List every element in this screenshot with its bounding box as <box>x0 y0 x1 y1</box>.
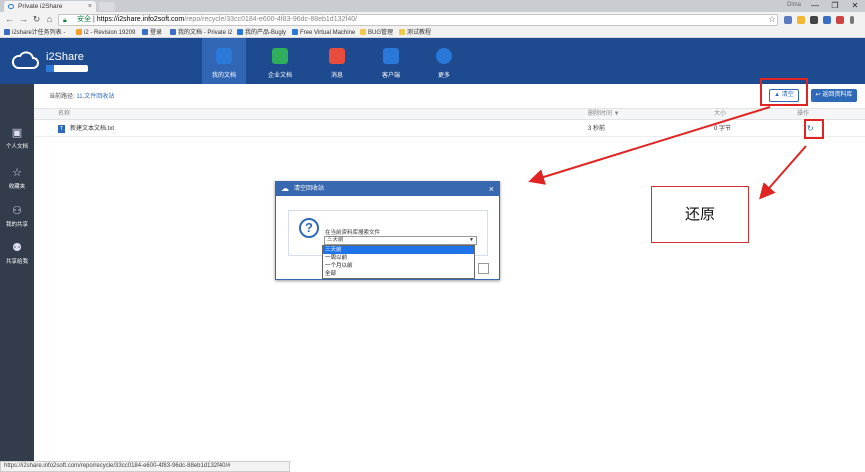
annotation-callout: 还原 <box>651 186 749 243</box>
url-host: https://i2share.info2soft.com <box>96 16 185 23</box>
nav-enterprise-documents[interactable]: 企业文档 <box>258 38 302 84</box>
col-size: 大小 <box>714 111 727 117</box>
bookmark-item[interactable]: i2 - Revision 19209 <box>76 28 135 38</box>
browser-toolbar: ← → ↻ ⌂ 🔒︎ 安全 | https://i2share.info2sof… <box>0 12 865 28</box>
tab-close-button[interactable]: × <box>88 1 92 12</box>
dialog-title: 清空回收站 <box>294 186 325 192</box>
extension-icon[interactable] <box>797 16 805 24</box>
time-range-select[interactable]: 三天前 ▼ <box>324 236 477 245</box>
new-tab-button[interactable] <box>99 2 115 11</box>
secure-label: 安全 <box>77 16 91 23</box>
highlight-restore-icon <box>804 119 824 139</box>
back-icon: ↩ <box>815 92 821 98</box>
sidebar-item-shared-with-me[interactable]: ⚉ 共享给我 <box>0 239 34 271</box>
dropdown-option[interactable]: 一个月以前 <box>323 262 474 270</box>
brand-name: i2Share <box>46 51 84 63</box>
forward-arrow-icon[interactable]: → <box>18 14 29 25</box>
col-name[interactable]: 名称 <box>58 109 70 120</box>
extension-icon[interactable] <box>823 16 831 24</box>
dialog-confirm-button[interactable] <box>478 263 489 274</box>
back-arrow-icon[interactable]: ← <box>4 14 15 25</box>
dropdown-option[interactable]: 一周以前 <box>323 254 474 262</box>
maximize-button[interactable]: ❐ <box>825 0 845 12</box>
chevron-down-icon: ▼ <box>469 237 474 243</box>
bookmark-item[interactable]: Free Virtual Machine <box>292 28 355 38</box>
time-range-dropdown: 三天前 一周以前 一个月以前 全部 <box>322 245 475 279</box>
nav-my-documents[interactable]: 我的文档 <box>202 38 246 84</box>
table-row[interactable]: T 新建文本文档.txt 3 秒前 0 字节 ↻ <box>34 121 865 137</box>
window-user-label: Dima <box>787 2 802 8</box>
shared-with-me-icon: ⚉ <box>12 242 22 254</box>
extension-icon[interactable] <box>784 16 792 24</box>
app-header: i2Share 20/100 我的文档 企业文档 消息 客户端 更多 <box>0 38 865 84</box>
menu-icon[interactable] <box>850 16 854 24</box>
reload-icon[interactable]: ↻ <box>31 14 42 25</box>
breadcrumb-link[interactable]: 11.文件回收站 <box>76 94 114 100</box>
cloud-favicon-icon <box>8 4 14 9</box>
cloud-icon: ☁ <box>281 184 289 193</box>
highlight-clear-button <box>760 78 808 106</box>
dialog-header: ☁ 清空回收站 × <box>276 182 499 196</box>
bookmarks-bar: i2share计任务列表 - i2 - Revision 19209 登录 我的… <box>0 28 865 38</box>
tab-title: Private i2Share <box>18 3 63 10</box>
quota-text: 20/100 <box>54 65 71 71</box>
dropdown-option[interactable]: 三天前 <box>323 246 474 254</box>
close-window-button[interactable]: ✕ <box>845 0 865 12</box>
extension-icon[interactable] <box>810 16 818 24</box>
sidebar-item-personal-docs[interactable]: ▣ 个人文档 <box>0 124 34 156</box>
share-user-icon: ⚇ <box>12 205 22 217</box>
breadcrumb-label: 当前路径: <box>49 94 75 100</box>
browser-tab-bar: Private i2Share × Dima — ❐ ✕ <box>0 0 865 12</box>
bookmark-item[interactable]: 登录 <box>142 28 162 38</box>
extension-icon[interactable] <box>836 16 844 24</box>
bookmark-item[interactable]: BUG管理 <box>360 28 393 38</box>
nav-client[interactable]: 客户端 <box>369 38 413 84</box>
user-doc-icon <box>216 48 232 64</box>
monitor-icon <box>383 48 399 64</box>
paper-plane-icon <box>329 48 345 64</box>
address-bar[interactable]: 🔒︎ 安全 | https://i2share.info2soft.com/re… <box>58 14 778 26</box>
back-to-library-button[interactable]: ↩ 返回资料库 <box>811 89 857 102</box>
bookmark-item[interactable]: 我的文档 - Private i2 <box>170 28 232 38</box>
bookmark-item[interactable]: 我的产品-Bugly <box>237 28 286 38</box>
nav-messages[interactable]: 消息 <box>315 38 359 84</box>
table-header: 名称 删除时间 ▼ 大小 操作 <box>34 108 865 120</box>
dropdown-option[interactable]: 全部 <box>323 270 474 278</box>
sidebar-item-my-shares[interactable]: ⚇ 我的共享 <box>0 202 34 234</box>
dialog-prompt: 在当前资料库搜索文件 <box>325 230 381 236</box>
lock-icon: 🔒︎ <box>63 17 67 24</box>
browser-tab[interactable]: Private i2Share × <box>4 1 96 12</box>
star-icon: ☆ <box>12 167 22 179</box>
status-bar: https://i2share.info2soft.com/repo/recyc… <box>0 461 290 472</box>
bookmark-item[interactable]: i2share计任务列表 - <box>4 28 65 38</box>
nav-more[interactable]: 更多 <box>422 38 466 84</box>
enterprise-icon <box>272 48 288 64</box>
breadcrumb: 当前路径: 11.文件回收站 <box>49 91 114 100</box>
url-path: /repo/recycle/33cc0184-e600-4f83-96dc-88… <box>184 16 358 23</box>
deleted-time: 3 秒前 <box>588 126 606 132</box>
file-size: 0 字节 <box>714 126 732 132</box>
more-icon <box>436 48 452 64</box>
file-name[interactable]: 新建文本文档.txt <box>70 121 114 137</box>
document-icon: ▣ <box>11 127 23 139</box>
dialog-close-button[interactable]: × <box>489 182 494 196</box>
bookmark-star-icon[interactable]: ☆ <box>768 14 776 25</box>
bookmark-item[interactable]: 测试教程 <box>399 28 431 38</box>
col-deleted-time[interactable]: 删除时间 ▼ <box>588 109 620 120</box>
question-icon: ? <box>299 218 319 238</box>
sidebar-item-favorites[interactable]: ☆ 收藏夹 <box>0 164 34 196</box>
sidebar: ▣ 个人文档 ☆ 收藏夹 ⚇ 我的共享 ⚉ 共享给我 <box>0 84 34 466</box>
text-file-icon: T <box>58 125 65 133</box>
cloud-logo-icon <box>11 51 39 69</box>
home-icon[interactable]: ⌂ <box>44 14 55 25</box>
minimize-button[interactable]: — <box>805 0 825 12</box>
